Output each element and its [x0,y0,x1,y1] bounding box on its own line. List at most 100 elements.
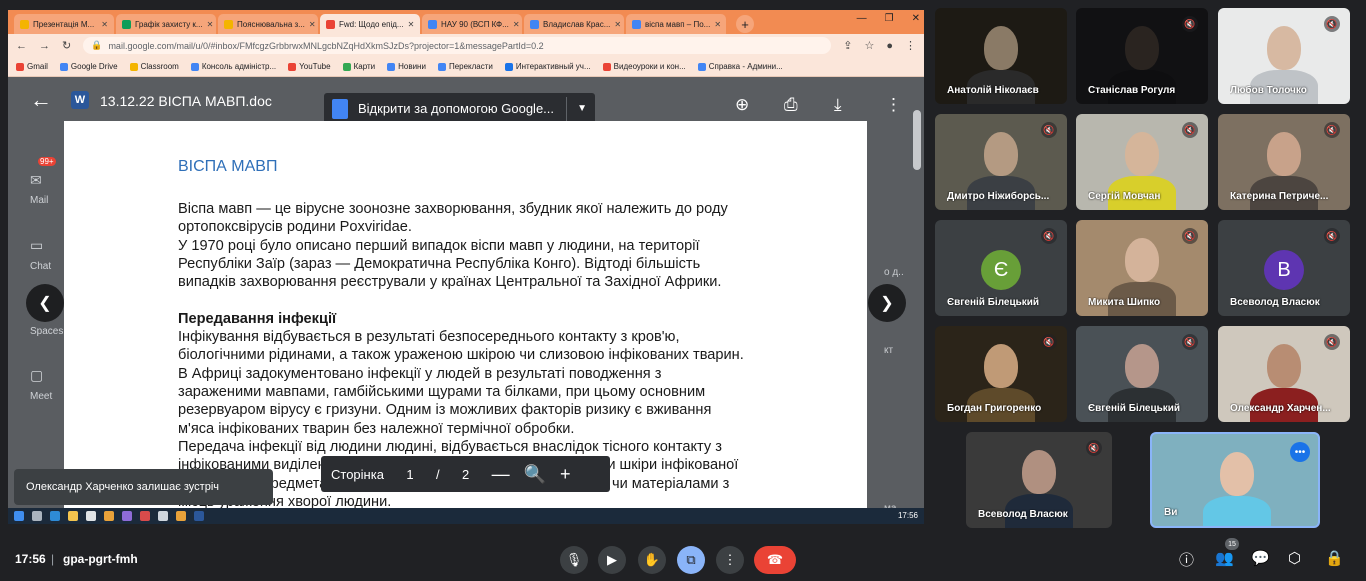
participant-tile[interactable]: В 🔇 Всеволод Власюк [1218,220,1350,316]
participant-tile[interactable]: 🔇 Богдан Григоренко [935,326,1067,422]
participant-face [1125,132,1159,176]
chevron-left-icon: ❮ [38,295,52,312]
bookmark-label: Видеоуроки и кон... [613,62,686,71]
host-controls-icon[interactable]: 🔒 [1325,549,1344,567]
leave-call-button[interactable]: ☎ [754,546,796,574]
participant-tile[interactable]: Є 🔇 Євгеній Білецький [935,220,1067,316]
tab-favicon-icon [530,19,539,29]
google-docs-icon [332,98,348,119]
print-icon: ⎙ [784,95,798,114]
zoom-in-button: + [559,463,571,484]
restore-icon: ❐ [884,13,894,24]
more-vert-icon: ⋮ [885,95,902,114]
participant-tile[interactable]: 🔇 Дмитро Ніжиборсь... [935,114,1067,210]
sidebar-item-spaces: Spaces [30,326,64,337]
tab-label: НАУ 90 (ВСП КФ... [441,19,509,29]
more-options-icon[interactable]: ••• [1290,442,1310,462]
participant-tile[interactable]: 🔇 Катерина Петриче... [1218,114,1350,210]
participant-face [1267,344,1301,388]
present-button[interactable]: ⧉ [677,546,705,574]
leave-notification: Олександр Харченко залишає зустріч [14,469,273,505]
participant-tile[interactable]: 🔇 Любов Толочко [1218,8,1350,104]
bookmark-item: Перекласти [437,62,493,71]
microphone-button[interactable]: 🎙 [560,546,588,574]
present-screen-icon: ⧉ [686,552,696,567]
document-line: У 1970 році було описано перший випадок … [178,237,700,254]
bookmark-label: Classroom [140,62,179,71]
sidebar-item-mail: Mail [30,195,49,206]
bookmark-item: Новини [387,62,426,71]
participant-name: Сергій Мовчан [1088,191,1161,202]
participant-tile[interactable]: 🔇 Євгеній Білецький [1076,326,1208,422]
participant-tile[interactable]: ••• Ви [1150,432,1320,528]
bookmark-icon [602,62,611,71]
participant-tile[interactable]: Анатолій Ніколаєв [935,8,1067,104]
tab-label: Графік захисту к... [135,19,203,29]
raise-hand-button[interactable]: ✋ [638,546,666,574]
tab-label: Презентація М... [33,19,95,29]
chevron-down-icon: ▼ [577,103,587,114]
participant-name: Микита Шипко [1088,297,1161,308]
edge-icon [50,511,60,521]
browser-tab: Fwd: Щодо епід... ✕ [320,14,420,34]
participant-name: Всеволод Власюк [1230,297,1320,308]
bookmark-item: Карти [342,62,376,71]
mic-off-icon: 🔇 [1324,122,1340,138]
store-icon [86,511,96,521]
bookmark-item: YouTube [288,62,331,71]
close-icon: ✕ [714,19,722,29]
document-line: Віспа мавп — це вірусне зоонозне захворю… [178,201,728,217]
participant-tile[interactable]: 🔇 Сергій Мовчан [1076,114,1208,210]
bookmark-item: Интерактивный уч... [504,62,591,71]
people-icon[interactable]: 👥 [1215,549,1234,567]
participant-face [1125,344,1159,388]
bookmark-label: Карти [353,62,376,71]
hangup-icon: ☎ [766,552,784,567]
address-row: ← → ↻ 🔒 mail.google.com/mail/u/0/#inbox/… [8,34,924,57]
bookmark-icon [16,62,24,71]
reload-icon: ↻ [62,40,72,52]
participant-tile[interactable]: 🔇 Станіслав Рогуля [1076,8,1208,104]
bookmark-item: Gmail [16,62,48,71]
search-icon [32,511,42,521]
tab-favicon-icon [428,19,437,29]
browser-tab: Презентація М... ✕ [14,14,114,34]
participant-tile[interactable]: 🔇 Микита Шипко [1076,220,1208,316]
viewer-scrollbar [913,110,921,170]
mail-count-badge: 99+ [38,157,56,166]
more-options-button[interactable]: ⋮ [716,546,744,574]
back-arrow-icon: ← [16,39,27,52]
bookmark-icon [342,62,351,71]
section-heading: Передавання інфекції [178,310,337,327]
bookmark-label: Gmail [27,62,48,71]
page-label: Сторінка [331,466,384,482]
info-icon[interactable]: ⓘ [1179,549,1194,570]
app-icon [158,511,168,521]
mic-off-icon: 🔇 [1324,16,1340,32]
tab-favicon-icon [632,19,641,29]
participant-tile[interactable]: 🔇 Всеволод Власюк [966,432,1112,528]
tab-label: Fwd: Щодо епід... [339,19,404,29]
address-bar: 🔒 mail.google.com/mail/u/0/#inbox/FMfcgz… [83,37,832,54]
tab-favicon-icon [20,19,29,29]
document-line: м'яса інфікованих тварин без належної те… [178,420,575,437]
participant-face [1267,26,1301,70]
participant-name: Всеволод Власюк [978,509,1068,520]
chat-icon[interactable]: 💬 [1251,549,1270,567]
star-icon: ☆ [864,40,875,52]
open-with-button: Відкрити за допомогою Google... ▼ [324,93,595,124]
browser-tabstrip: Презентація М... ✕ Графік захисту к... ✕ Поя… [8,10,924,34]
activities-icon[interactable]: ⬡ [1288,549,1301,567]
document-title: ВІСПА МАВП [178,158,278,175]
camera-button[interactable]: ▶ [598,546,626,574]
bookmark-label: Консоль адміністр... [201,62,277,71]
bookmark-item: Google Drive [59,62,118,71]
hand-icon: ✋ [643,552,661,567]
participant-tile[interactable]: 🔇 Олександр Харчен... [1218,326,1350,422]
participant-name: Станіслав Рогуля [1088,85,1176,96]
page-controls: Сторінка 1 / 2 — 🔍 + [321,456,610,492]
avatar-letter: В [1277,258,1291,281]
participant-face [1125,238,1159,282]
close-icon: ✕ [911,13,920,24]
mic-off-icon: 🔇 [1182,16,1198,32]
